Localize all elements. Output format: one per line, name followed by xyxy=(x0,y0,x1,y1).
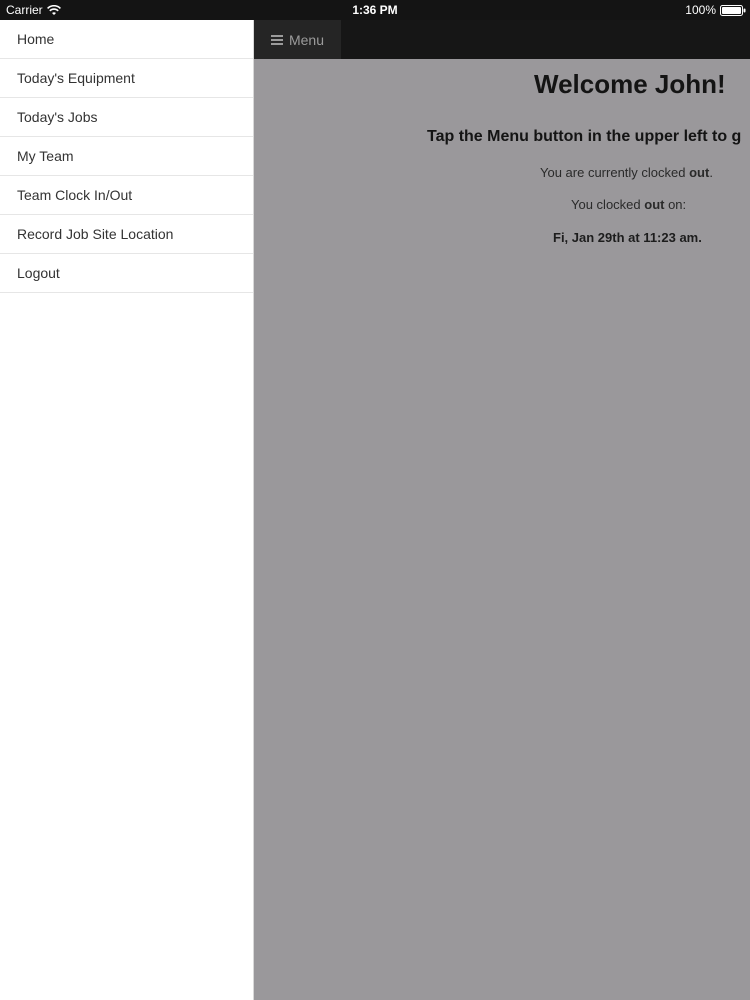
battery-icon xyxy=(720,4,746,16)
hamburger-icon xyxy=(270,33,283,47)
clock-status-prefix: You are currently clocked xyxy=(540,165,690,180)
status-right: 100% xyxy=(685,0,746,20)
main-content-overlay[interactable]: Menu Welcome John! Tap the Menu button i… xyxy=(254,20,750,1000)
side-menu-item-team-clock[interactable]: Team Clock In/Out xyxy=(0,176,253,215)
clocked-on-suffix: on: xyxy=(664,197,687,212)
clock-status-line: You are currently clocked out. xyxy=(540,165,713,180)
clock-timestamp: Fi, Jan 29th at 11:23 am. xyxy=(553,230,702,245)
side-menu-item-home[interactable]: Home xyxy=(0,20,253,59)
side-menu-item-my-team[interactable]: My Team xyxy=(0,137,253,176)
clocked-on-value: out xyxy=(644,197,665,212)
app-screen: Carrier 1:36 PM 100% Home Today's Equipm… xyxy=(0,0,750,1000)
status-bar: Carrier 1:36 PM 100% xyxy=(0,0,750,20)
side-menu: Home Today's Equipment Today's Jobs My T… xyxy=(0,20,254,1000)
top-nav-bar: Menu xyxy=(254,20,750,59)
side-menu-item-record-location[interactable]: Record Job Site Location xyxy=(0,215,253,254)
side-menu-item-todays-jobs[interactable]: Today's Jobs xyxy=(0,98,253,137)
clocked-on-line: You clocked out on: xyxy=(571,197,686,212)
welcome-heading: Welcome John! xyxy=(534,69,726,99)
menu-instruction: Tap the Menu button in the upper left to… xyxy=(427,128,742,145)
battery-percent: 100% xyxy=(685,3,716,17)
side-menu-item-logout[interactable]: Logout xyxy=(0,254,253,293)
side-menu-list: Home Today's Equipment Today's Jobs My T… xyxy=(0,20,253,293)
menu-button[interactable]: Menu xyxy=(254,20,341,59)
menu-button-label: Menu xyxy=(288,31,325,48)
clocked-on-prefix: You clocked xyxy=(571,197,645,212)
side-menu-item-todays-equipment[interactable]: Today's Equipment xyxy=(0,59,253,98)
status-time: 1:36 PM xyxy=(352,3,398,17)
clock-status-suffix: . xyxy=(709,165,713,180)
clock-status-value: out xyxy=(689,165,710,180)
